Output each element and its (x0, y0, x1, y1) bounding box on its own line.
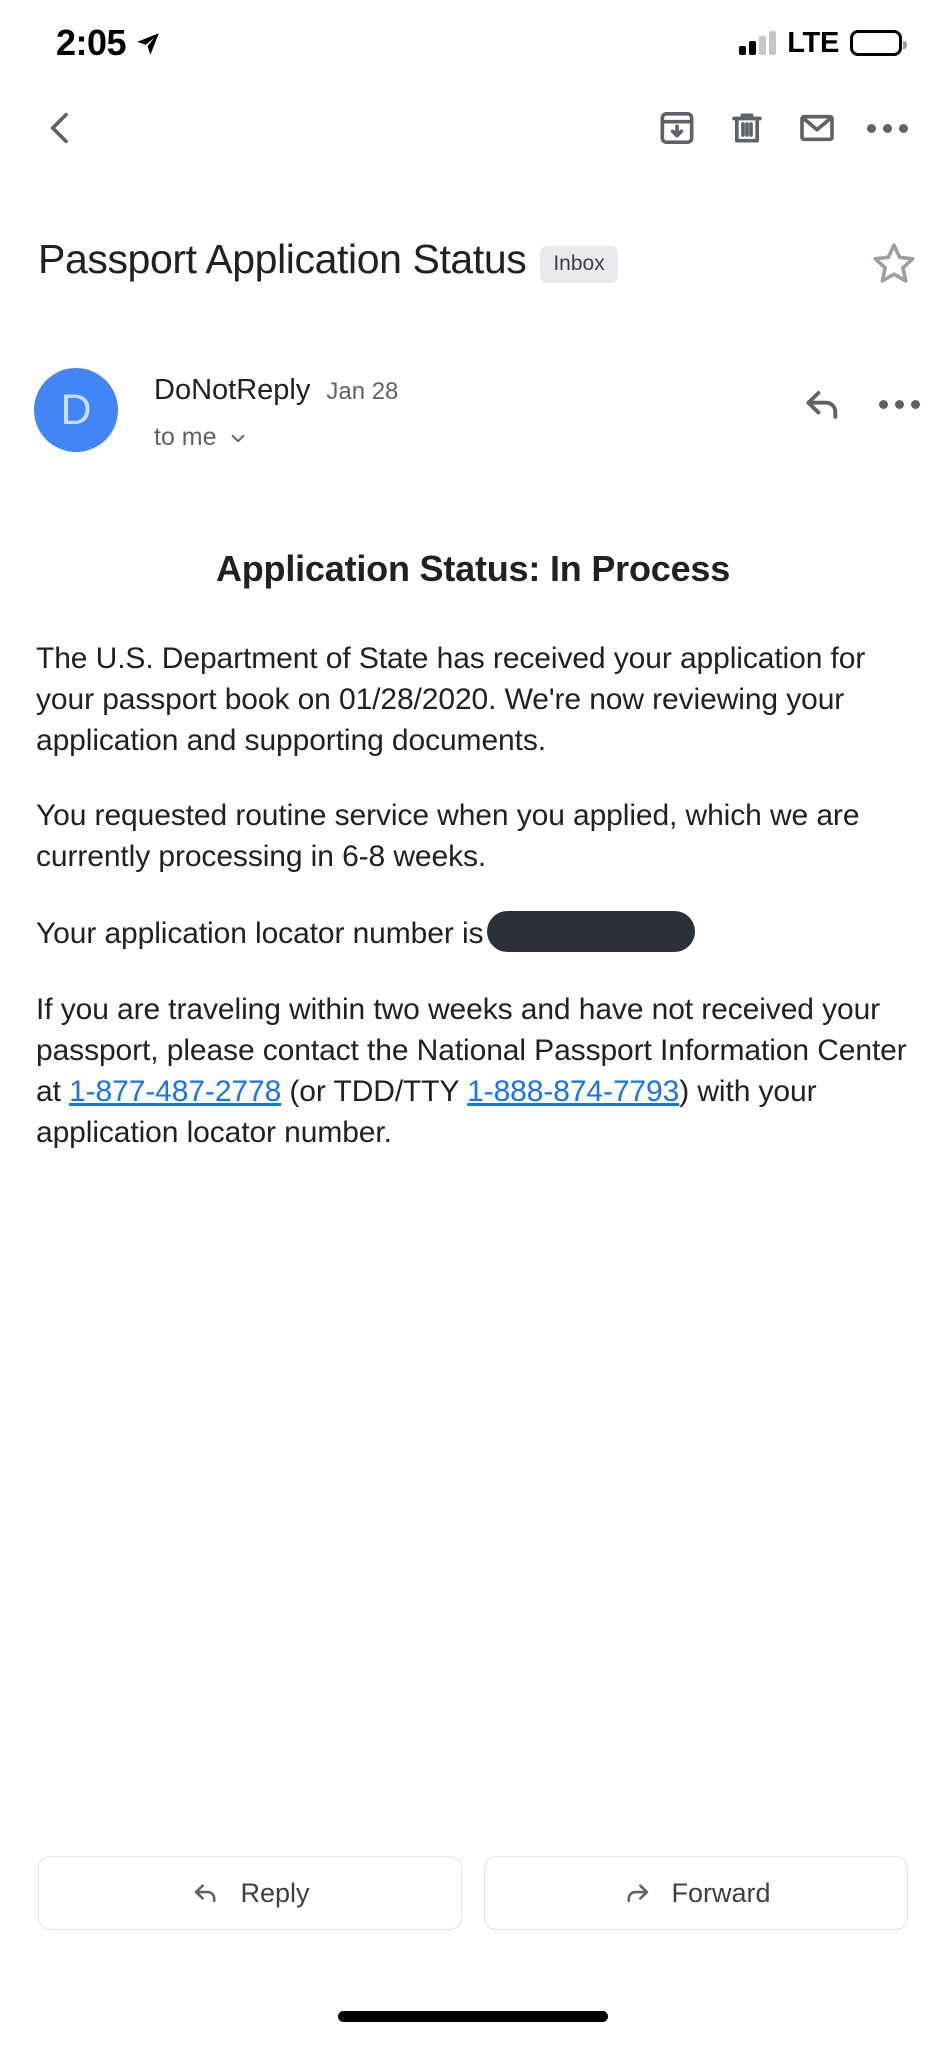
forward-arrow-icon (627, 1884, 649, 1902)
status-clock: 2:05 (56, 22, 127, 63)
avatar[interactable]: D (34, 368, 118, 452)
redacted-locator-number (487, 911, 696, 953)
sender-row: D DoNotReply Jan 28 to me (0, 368, 946, 452)
message-more-button[interactable] (879, 399, 920, 409)
back-button[interactable] (26, 93, 96, 163)
more-horizontal-icon (866, 123, 908, 133)
recipient-label: to me (154, 423, 217, 451)
message-locator-line: Your application locator number is (36, 911, 910, 954)
reply-icon-button[interactable] (801, 382, 845, 426)
reply-arrow-icon (806, 391, 838, 419)
label-chip-inbox[interactable]: Inbox (540, 246, 618, 283)
reply-arrow-icon (195, 1884, 217, 1902)
back-chevron-icon (50, 112, 68, 144)
status-indicators: LTE (739, 26, 907, 60)
archive-button[interactable] (642, 93, 712, 163)
sender-details: DoNotReply Jan 28 to me (154, 368, 801, 452)
status-bar: 2:05 LTE (0, 0, 946, 86)
recipient-row[interactable]: to me (154, 423, 801, 452)
sender-name[interactable]: DoNotReply (154, 374, 310, 407)
mark-unread-button[interactable] (782, 93, 852, 163)
phone-link-primary[interactable]: 1-877-487-2778 (69, 1075, 281, 1108)
trash-icon (732, 113, 762, 143)
forward-button-label: Forward (671, 1877, 771, 1908)
status-time-group: 2:05 (56, 22, 161, 64)
email-detail-screen: 2:05 LTE Passport Application Status Inb… (0, 0, 946, 2048)
sender-primary-line: DoNotReply Jan 28 (154, 374, 801, 407)
home-indicator[interactable] (338, 2011, 608, 2022)
email-toolbar (0, 86, 946, 170)
forward-button[interactable]: Forward (484, 1856, 908, 1930)
locator-prefix-text: Your application locator number is (36, 917, 484, 951)
contact-text-part-2: (or TDD/TTY (281, 1074, 468, 1108)
envelope-icon (800, 114, 834, 142)
phone-link-tdd[interactable]: 1-888-874-7793 (467, 1075, 679, 1108)
network-type-label: LTE (787, 26, 839, 59)
reply-button[interactable]: Reply (38, 1856, 462, 1930)
message-paragraph-4: If you are traveling within two weeks an… (36, 989, 910, 1153)
star-button[interactable] (868, 238, 920, 293)
message-paragraph-2: You requested routine service when you a… (36, 799, 860, 874)
more-horizontal-icon (879, 399, 920, 409)
message-paragraph-1: The U.S. Department of State has receive… (36, 642, 866, 758)
battery-icon (850, 30, 907, 56)
cellular-signal-icon (739, 31, 777, 55)
footer-action-bar: Reply Forward (0, 1856, 946, 1930)
chevron-down-icon (231, 434, 244, 442)
message-heading: Application Status: In Process (215, 548, 731, 589)
location-arrow-icon (137, 33, 159, 55)
page-title: Passport Application Status (38, 236, 527, 282)
subject-row: Passport Application Status Inbox (0, 236, 946, 293)
star-outline-icon (873, 243, 915, 283)
message-body: Application Status: In Process The U.S. … (0, 548, 946, 1153)
reply-button-label: Reply (240, 1877, 310, 1908)
toolbar-more-button[interactable] (852, 93, 922, 163)
message-actions (801, 368, 920, 426)
archive-icon (660, 112, 694, 144)
delete-button[interactable] (712, 93, 782, 163)
message-date: Jan 28 (326, 378, 399, 405)
